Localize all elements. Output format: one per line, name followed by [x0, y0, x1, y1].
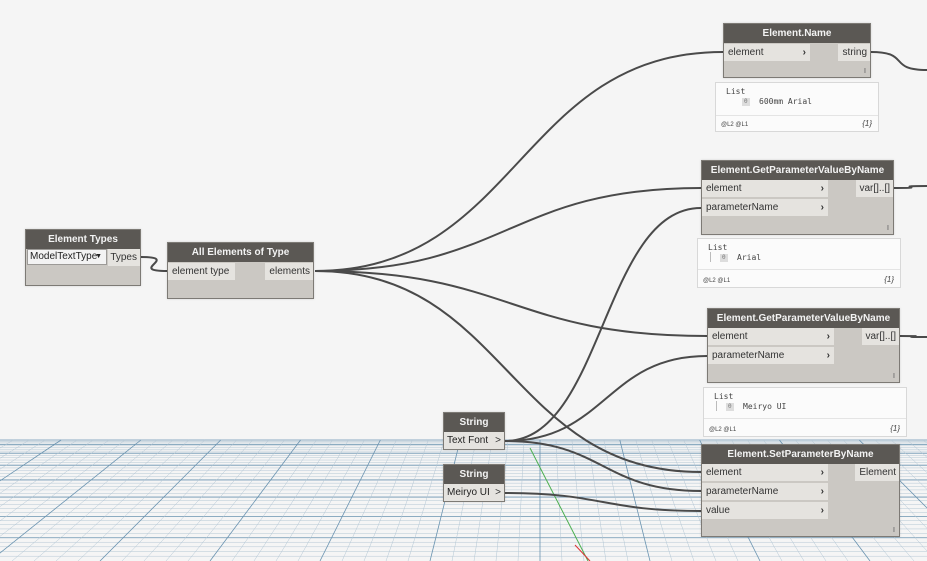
node-set-parameter-by-name[interactable]: Element.SetParameterByName element › par…	[701, 444, 900, 537]
port-label: parameterName	[712, 350, 785, 361]
dropdown-value: ModelTextType	[30, 251, 98, 262]
preview-value: 600mm Arial	[759, 97, 812, 106]
node-get-parameter-value-1[interactable]: Element.GetParameterValueByName element …	[701, 160, 894, 235]
preview-title: List	[714, 392, 734, 401]
port-label: element	[706, 183, 742, 194]
preview-count: {1}	[884, 275, 894, 284]
input-port-parameter-name[interactable]: parameterName ›	[708, 347, 834, 364]
node-title: String	[444, 413, 504, 432]
preview-bubble-get-parameter-1[interactable]: List 0 Arial @L2 @L1 {1}	[697, 238, 901, 288]
port-label: element type	[172, 266, 230, 277]
output-port-var[interactable]: var[]..[]	[856, 180, 893, 197]
port-label: Types	[110, 252, 137, 263]
chevron-right-icon: ›	[802, 47, 806, 58]
preview-tree-line	[710, 252, 711, 262]
preview-bubble-get-parameter-2[interactable]: List 0 Meiryo UI @L2 @L1 {1}	[703, 387, 907, 437]
node-string-text-font[interactable]: String Text Font >	[443, 412, 505, 450]
input-port-parameter-name[interactable]: parameterName ›	[702, 483, 828, 500]
node-element-types[interactable]: Element Types ModelTextType ▼ Types	[25, 229, 141, 286]
preview-index: 0	[720, 254, 728, 262]
node-footer-mark: I	[893, 373, 895, 380]
node-title: String	[444, 465, 504, 484]
chevron-right-icon: ›	[820, 467, 824, 478]
port-label: value	[706, 505, 730, 516]
input-port-element[interactable]: element ›	[702, 464, 828, 481]
input-port-parameter-name[interactable]: parameterName ›	[702, 199, 828, 216]
port-label: var[]..[]	[865, 331, 896, 342]
node-title: Element Types	[26, 230, 140, 249]
preview-count: {1}	[890, 424, 900, 433]
node-title: Element.GetParameterValueByName	[702, 161, 893, 180]
port-label: element	[706, 467, 742, 478]
preview-index: 0	[726, 403, 734, 411]
output-port-elements[interactable]: elements	[265, 263, 313, 280]
element-type-dropdown[interactable]: ModelTextType ▼	[27, 249, 107, 265]
preview-levels: @L2 @L1	[721, 122, 749, 128]
preview-levels: @L2 @L1	[703, 278, 731, 284]
node-footer-mark: I	[887, 225, 889, 232]
node-string-meiryo-ui[interactable]: String Meiryo UI >	[443, 464, 505, 502]
preview-levels: @L2 @L1	[709, 427, 737, 433]
node-footer-mark: I	[864, 68, 866, 75]
input-port-value[interactable]: value ›	[702, 502, 828, 519]
chevron-right-icon: ›	[826, 350, 830, 361]
chevron-right-icon: ›	[820, 202, 824, 213]
preview-count: {1}	[862, 119, 872, 128]
output-port-string[interactable]: string	[838, 44, 870, 61]
node-title: Element.Name	[724, 24, 870, 43]
port-label: element	[712, 331, 748, 342]
chevron-down-icon: ▼	[95, 253, 102, 260]
preview-title: List	[726, 87, 746, 96]
node-all-elements-of-type[interactable]: All Elements of Type element type elemen…	[167, 242, 314, 299]
preview-value: Meiryo UI	[743, 402, 787, 411]
graph-canvas[interactable]: Element Types ModelTextType ▼ Types All …	[0, 0, 927, 561]
preview-index: 0	[742, 98, 750, 106]
output-port-var[interactable]: var[]..[]	[862, 328, 899, 345]
chevron-right-icon: ›	[820, 183, 824, 194]
preview-separator	[698, 269, 900, 270]
node-get-parameter-value-2[interactable]: Element.GetParameterValueByName element …	[707, 308, 900, 383]
port-label: elements	[269, 266, 310, 277]
input-port-element-type[interactable]: element type	[168, 263, 235, 280]
input-port-element[interactable]: element ›	[708, 328, 834, 345]
preview-value: Arial	[737, 253, 762, 262]
node-title: Element.SetParameterByName	[702, 445, 899, 464]
preview-separator	[704, 418, 906, 419]
node-element-name[interactable]: Element.Name element › string I	[723, 23, 871, 78]
string-input-text-font[interactable]: Text Font >	[444, 432, 504, 449]
string-value: Text Font	[447, 435, 489, 446]
input-port-element[interactable]: element ›	[702, 180, 828, 197]
preview-tree-line	[716, 401, 717, 411]
node-title: Element.GetParameterValueByName	[708, 309, 899, 328]
output-port-types[interactable]: Types	[108, 249, 140, 266]
chevron-right-icon: ›	[826, 331, 830, 342]
port-label: element	[728, 47, 764, 58]
chevron-right-icon: ›	[820, 486, 824, 497]
node-footer-mark: I	[893, 527, 895, 534]
string-value: Meiryo UI	[447, 487, 490, 498]
preview-title: List	[708, 243, 728, 252]
port-label: parameterName	[706, 486, 779, 497]
chevron-right-icon: >	[495, 435, 501, 446]
chevron-right-icon: >	[495, 487, 501, 498]
port-label: parameterName	[706, 202, 779, 213]
preview-separator	[716, 115, 878, 116]
output-port-element[interactable]: Element	[855, 464, 899, 481]
string-input-meiryo-ui[interactable]: Meiryo UI >	[444, 484, 504, 501]
port-label: var[]..[]	[859, 183, 890, 194]
port-label: string	[842, 47, 867, 58]
chevron-right-icon: ›	[820, 505, 824, 516]
input-port-element[interactable]: element ›	[724, 44, 810, 61]
preview-bubble-element-name[interactable]: List 0 600mm Arial @L2 @L1 {1}	[715, 82, 879, 132]
node-title: All Elements of Type	[168, 243, 313, 262]
port-label: Element	[859, 467, 896, 478]
